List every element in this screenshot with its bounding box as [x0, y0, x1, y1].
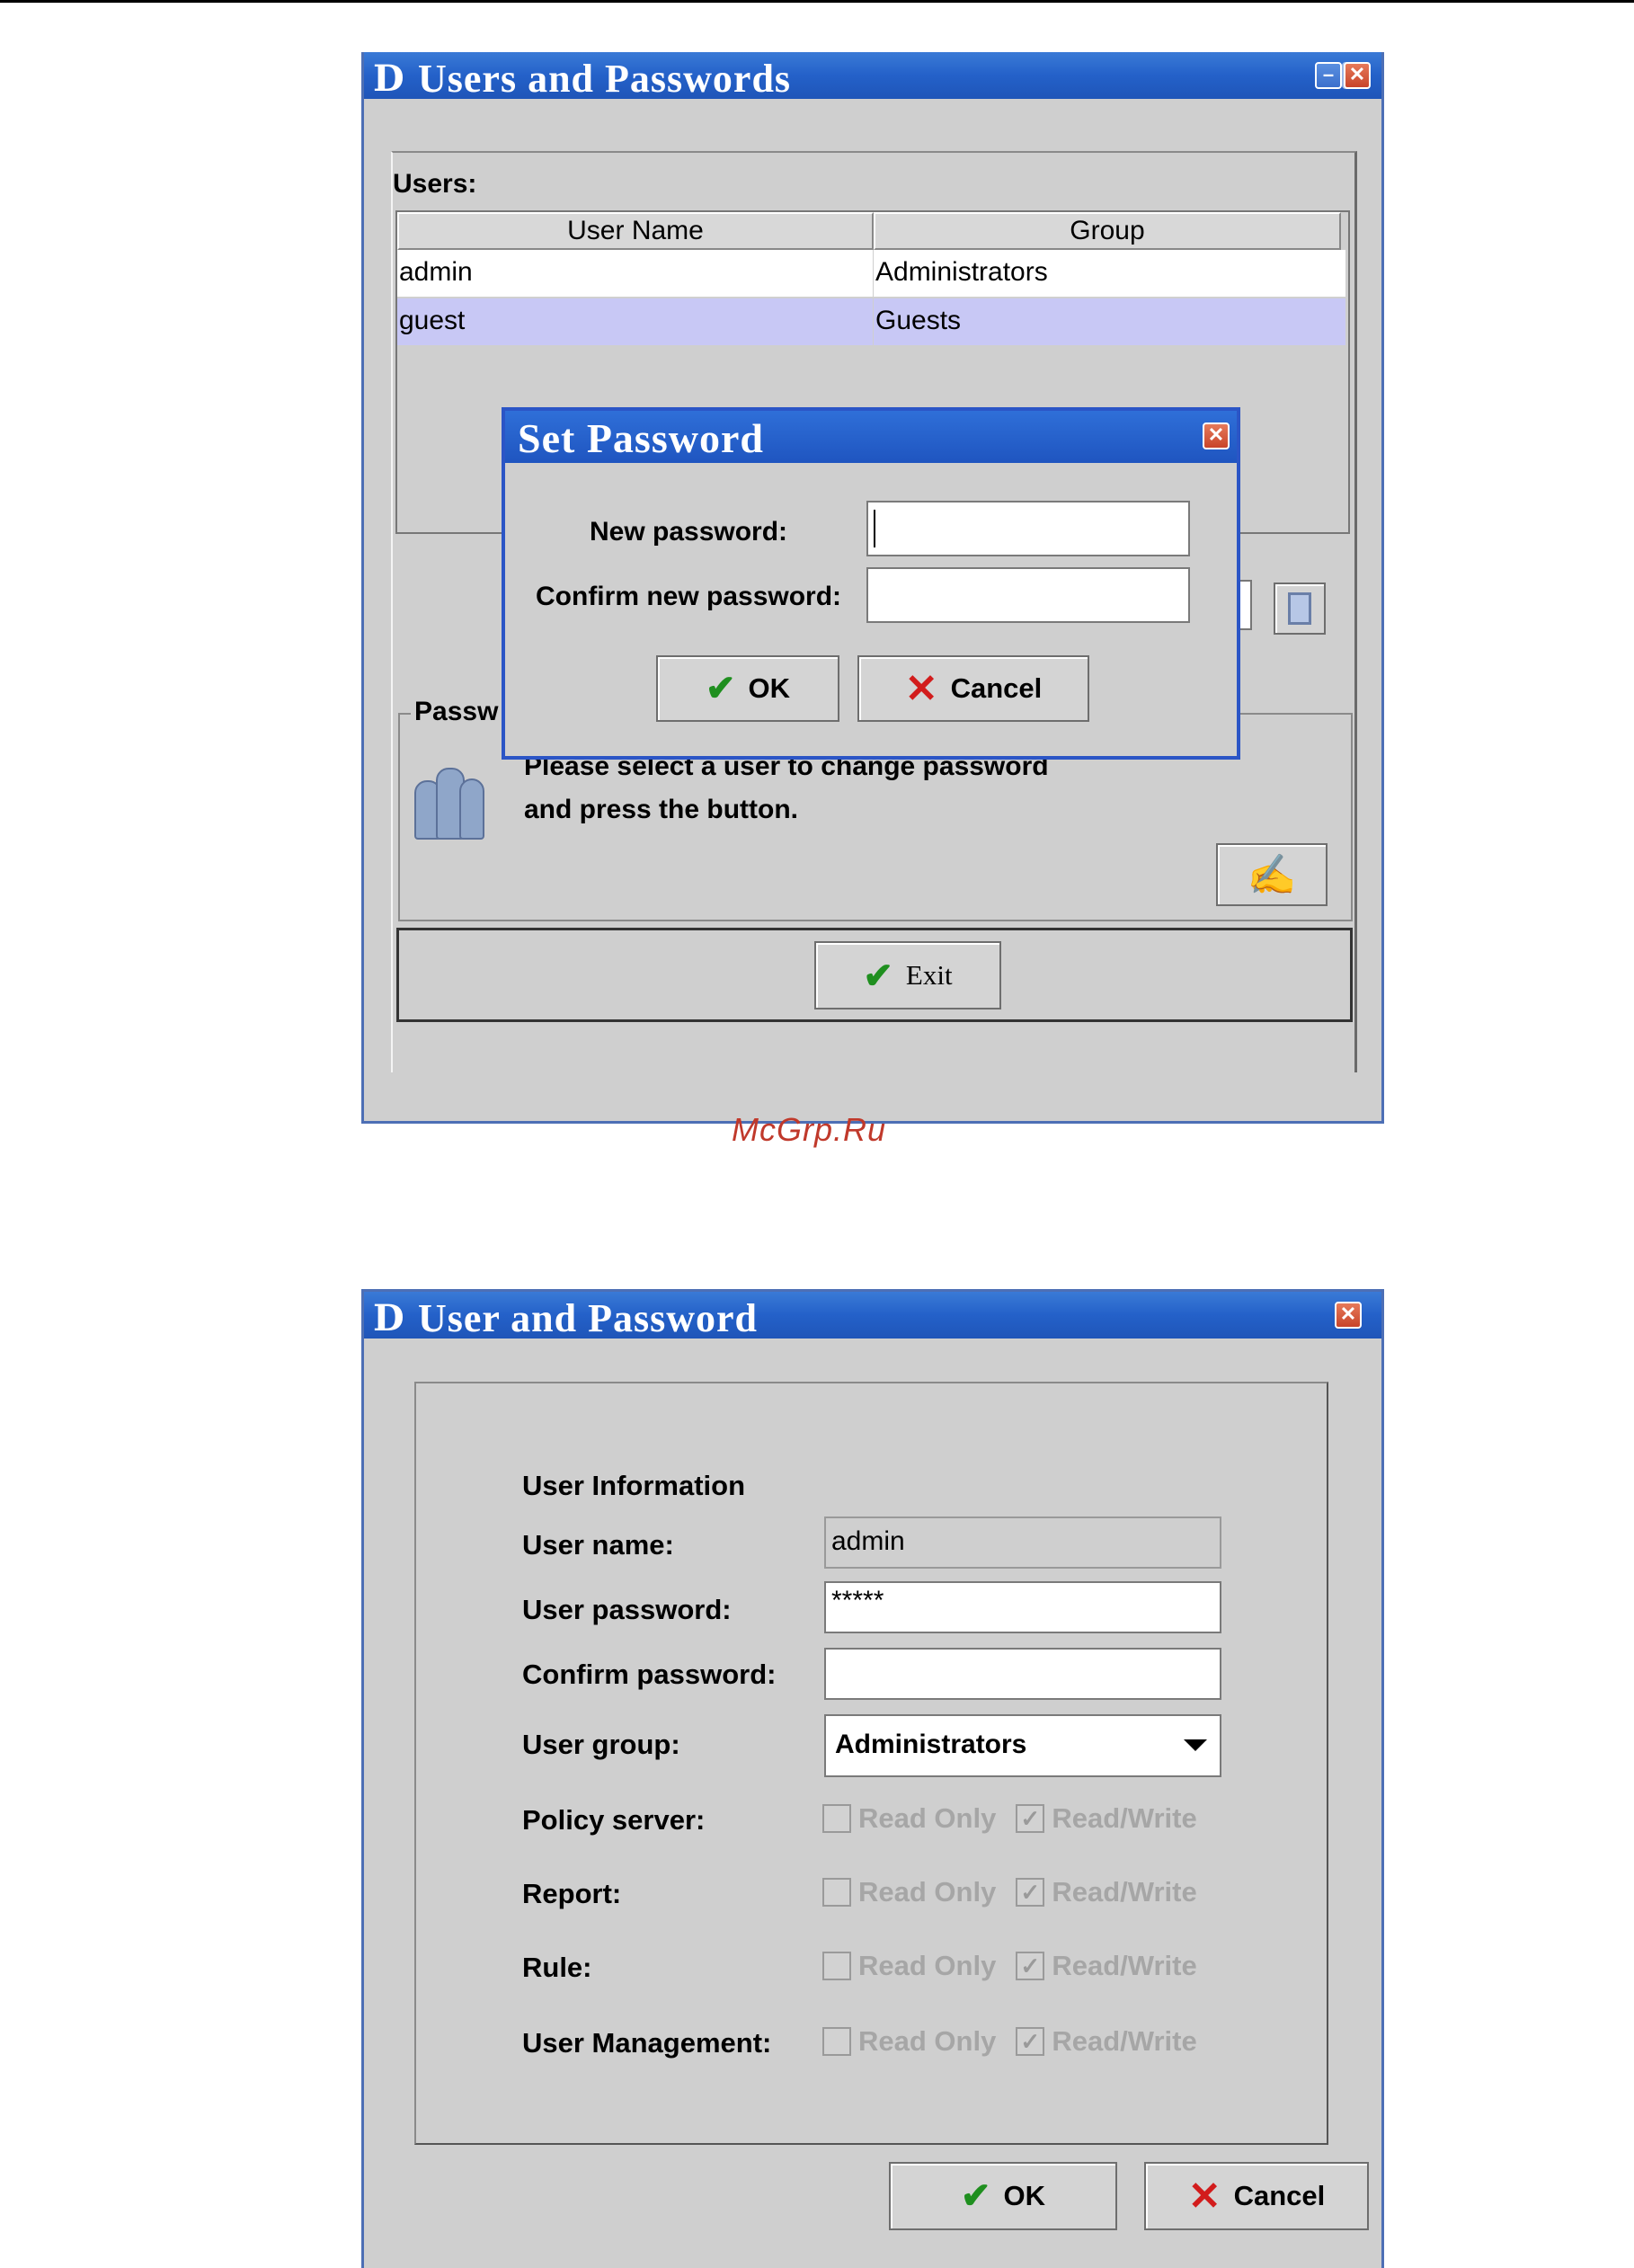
policy-server-label: Policy server:: [522, 1804, 706, 1836]
check-icon: ✔: [863, 955, 893, 996]
window-title: Users and Passwords: [418, 57, 792, 101]
cell-user-name: guest: [397, 298, 874, 345]
cancel-label: Cancel: [950, 672, 1043, 704]
user-information-heading: User Information: [522, 1470, 746, 1501]
user-name-field: admin: [824, 1516, 1221, 1569]
policy-server-permissions: Read Only ✓ Read/Write: [822, 1801, 1217, 1837]
user-and-password-window: D User and Password ✕ User Information U…: [361, 1289, 1384, 2268]
cell-group: Guests: [874, 298, 1346, 345]
cell-user-name: admin: [397, 250, 874, 297]
dlink-logo: D: [373, 1297, 404, 1339]
watermark: McGrp.Ru: [732, 1111, 887, 1148]
confirm-password-label: Confirm new password:: [536, 582, 842, 611]
read-write-checkbox: ✓: [1016, 1804, 1045, 1833]
exit-label: Exit: [905, 959, 953, 991]
rule-label: Rule:: [522, 1952, 592, 1983]
read-only-label: Read Only: [858, 1876, 997, 1908]
close-icon[interactable]: ✕: [1344, 62, 1371, 89]
page-top-rule: [0, 0, 1634, 3]
user-group-value: Administrators: [835, 1730, 1027, 1759]
confirm-password-label: Confirm password:: [522, 1659, 777, 1690]
read-write-label: Read/Write: [1052, 1950, 1197, 1981]
read-only-checkbox: [822, 1804, 851, 1833]
cancel-label: Cancel: [1233, 2180, 1326, 2211]
window-titlebar[interactable]: D User and Password ✕: [364, 1292, 1381, 1340]
change-password-button[interactable]: ✍: [1216, 843, 1328, 906]
users-label: Users:: [393, 169, 477, 199]
user-password-label: User password:: [522, 1594, 732, 1625]
check-icon: ✔: [960, 2176, 991, 2216]
read-write-label: Read/Write: [1052, 1876, 1197, 1908]
close-icon[interactable]: ✕: [1335, 1302, 1362, 1329]
pen-icon: ✍: [1247, 853, 1297, 897]
dlink-logo: D: [373, 58, 404, 100]
read-only-checkbox: [822, 1952, 851, 1980]
cancel-button[interactable]: ✕ Cancel: [857, 655, 1089, 722]
user-management-permissions: Read Only ✓ Read/Write: [822, 2023, 1217, 2059]
close-icon[interactable]: ✕: [1203, 422, 1230, 449]
report-label: Report:: [522, 1878, 622, 1909]
user-name-label: User name:: [522, 1529, 674, 1561]
user-management-label: User Management:: [522, 2027, 772, 2059]
report-permissions: Read Only ✓ Read/Write: [822, 1874, 1217, 1910]
new-password-label: New password:: [590, 517, 788, 547]
read-write-checkbox: ✓: [1016, 2027, 1045, 2056]
ok-label: OK: [1003, 2180, 1046, 2211]
set-password-dialog: Set Password ✕ New password: Confirm new…: [502, 407, 1240, 760]
rule-permissions: Read Only ✓ Read/Write: [822, 1948, 1217, 1984]
door-icon: [1288, 592, 1311, 625]
password-group-label: Passw: [411, 697, 502, 727]
read-only-label: Read Only: [858, 1950, 997, 1981]
info-text-line2: and press the button.: [524, 795, 799, 824]
check-icon: ✔: [705, 669, 736, 708]
read-only-checkbox: [822, 2027, 851, 2056]
user-group-label: User group:: [522, 1729, 680, 1760]
window-title: User and Password: [418, 1296, 759, 1340]
confirm-password-field[interactable]: [824, 1648, 1221, 1700]
new-password-input[interactable]: [866, 501, 1190, 556]
read-only-label: Read Only: [858, 2025, 997, 2057]
window-titlebar[interactable]: D Users and Passwords – ✕: [364, 52, 1381, 101]
read-write-label: Read/Write: [1052, 1802, 1197, 1834]
read-write-checkbox: ✓: [1016, 1878, 1045, 1907]
user-password-field[interactable]: *****: [824, 1581, 1221, 1633]
ok-button[interactable]: ✔ OK: [889, 2162, 1117, 2230]
read-write-checkbox: ✓: [1016, 1952, 1045, 1980]
delete-user-button[interactable]: [1274, 583, 1326, 635]
read-only-label: Read Only: [858, 1802, 997, 1834]
minimize-icon[interactable]: –: [1315, 62, 1342, 89]
cancel-x-icon: ✕: [1187, 2174, 1221, 2219]
exit-button[interactable]: ✔ Exit: [814, 941, 1001, 1009]
column-header-group[interactable]: Group: [874, 212, 1341, 250]
confirm-password-input[interactable]: [866, 567, 1190, 623]
users-icon: [414, 762, 486, 843]
user-group-select[interactable]: Administrators: [824, 1714, 1221, 1777]
ok-label: OK: [748, 672, 791, 704]
table-row[interactable]: admin Administrators: [397, 250, 1346, 297]
read-write-label: Read/Write: [1052, 2025, 1197, 2057]
ok-button[interactable]: ✔ OK: [656, 655, 839, 722]
table-row-selected[interactable]: guest Guests: [397, 298, 1346, 345]
cancel-x-icon: ✕: [904, 666, 938, 711]
column-header-user-name[interactable]: User Name: [397, 212, 874, 250]
dialog-titlebar[interactable]: Set Password ✕: [505, 411, 1237, 463]
exit-bar: ✔ Exit: [396, 928, 1353, 1022]
text-caret: [874, 510, 875, 547]
read-only-checkbox: [822, 1878, 851, 1907]
chevron-down-icon: [1184, 1739, 1207, 1751]
cell-group: Administrators: [874, 250, 1346, 297]
cancel-button[interactable]: ✕ Cancel: [1144, 2162, 1369, 2230]
dialog-title: Set Password: [518, 415, 764, 461]
